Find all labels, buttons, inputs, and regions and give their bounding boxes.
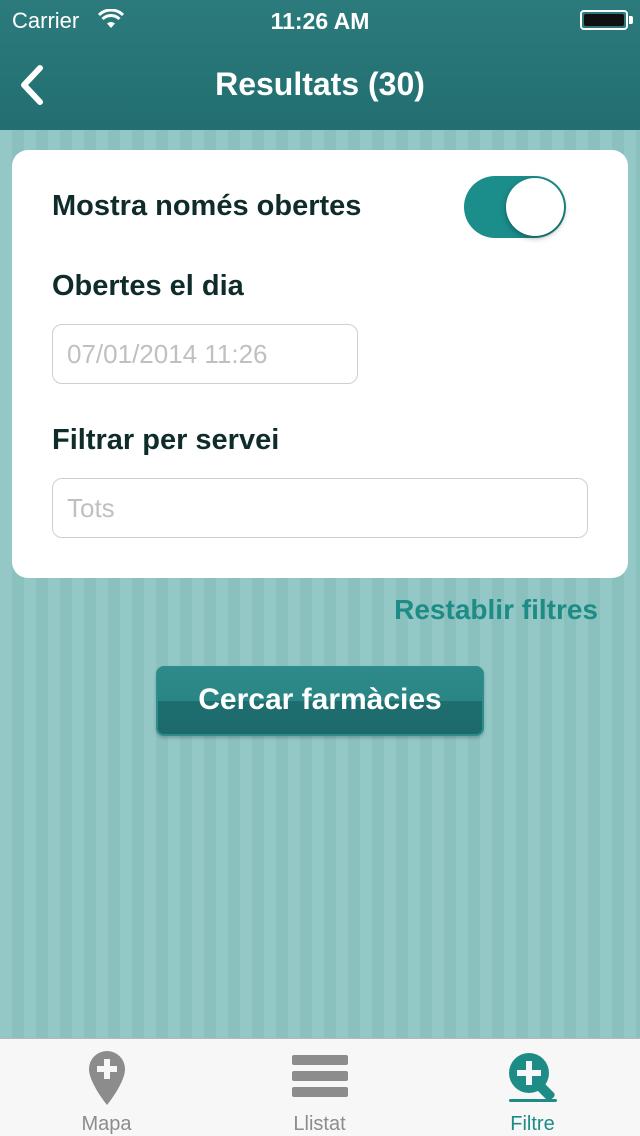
battery-icon bbox=[580, 10, 633, 30]
filter-search-icon bbox=[508, 1053, 557, 1102]
nav-bar: Carrier 11:26 AM Resultats (30) bbox=[0, 0, 640, 130]
toggle-knob bbox=[506, 178, 564, 236]
tab-filter-label: Filtre bbox=[510, 1113, 555, 1135]
status-time: 11:26 AM bbox=[270, 8, 370, 34]
tab-map-label: Mapa bbox=[81, 1113, 132, 1135]
reset-filters-link[interactable]: Restablir filtres bbox=[394, 594, 598, 626]
tab-list[interactable]: Llistat bbox=[213, 1039, 426, 1136]
tab-filter[interactable]: Filtre bbox=[426, 1039, 639, 1136]
tab-map[interactable]: Mapa bbox=[0, 1039, 213, 1136]
open-only-toggle[interactable] bbox=[464, 176, 566, 238]
tab-list-label: Llistat bbox=[293, 1113, 346, 1135]
open-on-day-label: Obertes el dia bbox=[52, 270, 244, 302]
service-filter-label: Filtrar per servei bbox=[52, 424, 280, 456]
search-pharmacies-button[interactable]: Cercar farmàcies bbox=[156, 666, 484, 736]
tab-bar: Mapa Llistat Filtre bbox=[0, 1038, 640, 1136]
service-input[interactable] bbox=[52, 478, 588, 538]
status-bar: Carrier 11:26 AM bbox=[0, 0, 640, 40]
list-icon bbox=[291, 1055, 348, 1097]
date-input[interactable] bbox=[52, 324, 358, 384]
open-only-label: Mostra només obertes bbox=[52, 190, 362, 222]
map-pin-icon bbox=[88, 1051, 125, 1105]
page-title: Resultats (30) bbox=[215, 66, 425, 102]
filter-card: Mostra només obertes Obertes el dia Filt… bbox=[12, 150, 628, 578]
